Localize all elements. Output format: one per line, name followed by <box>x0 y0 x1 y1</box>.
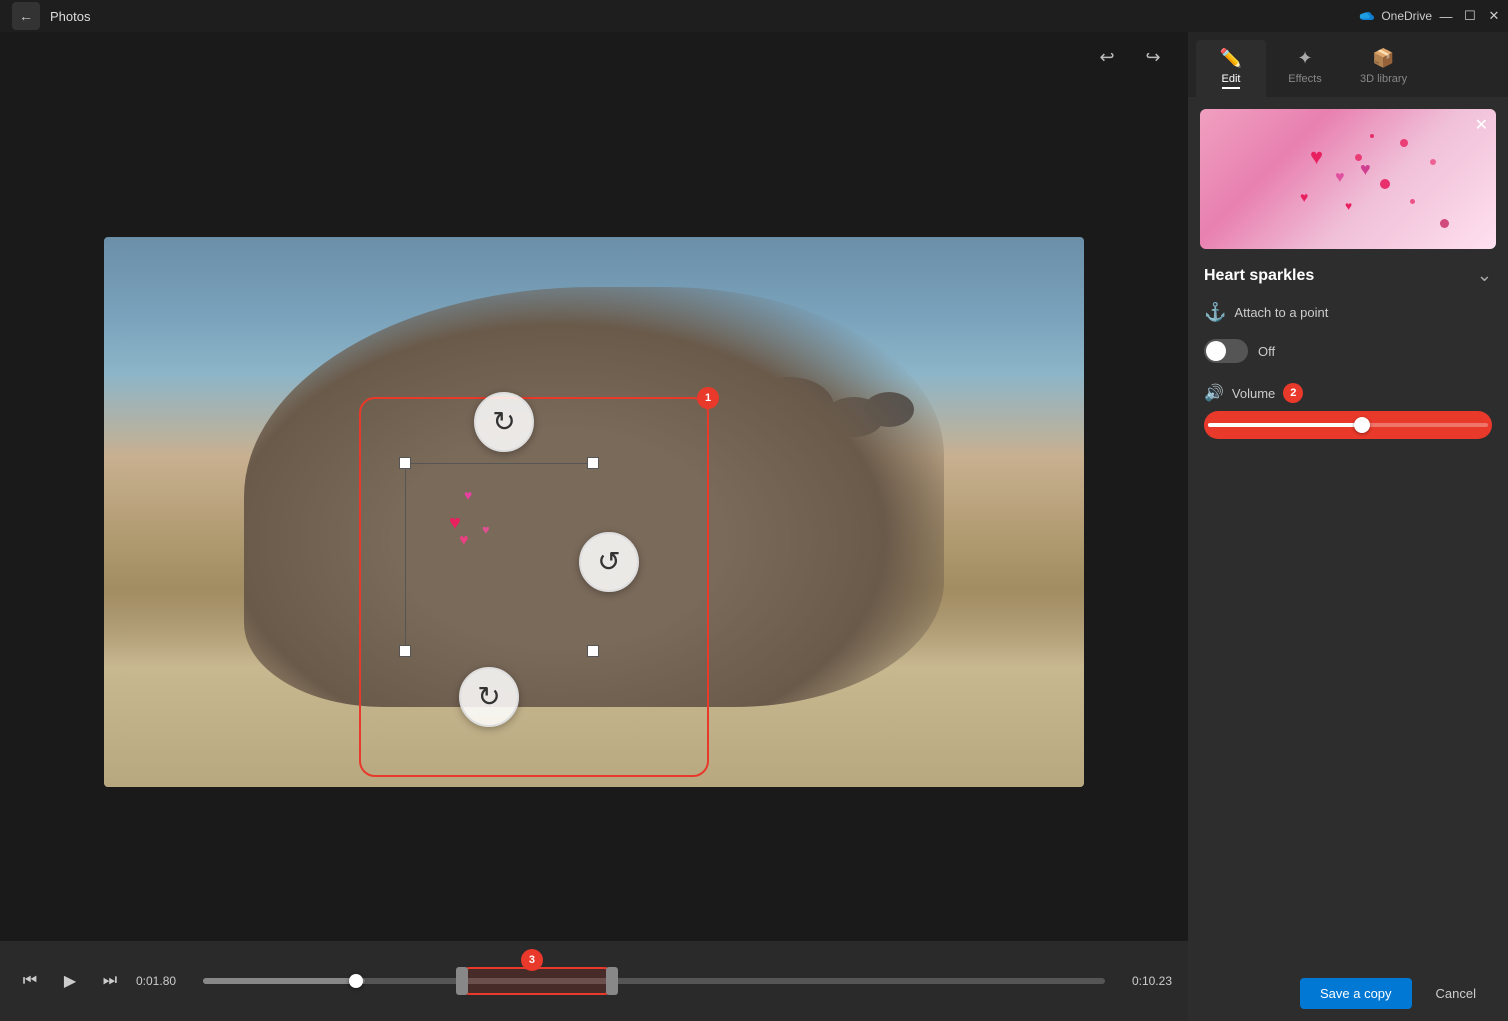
rotate-icon-bottom: ↻ <box>477 680 500 713</box>
skip-back-button[interactable]: ⏮ <box>16 967 44 995</box>
edit-tab-icon: ✏️ <box>1220 48 1242 69</box>
sparkle-3 <box>1380 179 1390 189</box>
effect-title-row: Heart sparkles ⌄ <box>1204 265 1492 286</box>
3dlibrary-tab-icon: 📦 <box>1372 48 1394 69</box>
volume-badge: 2 <box>1283 383 1303 403</box>
timeline-area: ⏮ ▶ ⏭ 0:01.80 3 0:10.23 <box>0 941 1188 1021</box>
sparkle-2 <box>1430 159 1436 165</box>
clip-range-left-handle[interactable] <box>456 967 468 995</box>
redo-button[interactable]: ↪ <box>1138 42 1168 72</box>
back-icon: ← <box>19 8 33 24</box>
edit-toolbar: ↩ ↪ <box>0 32 1188 82</box>
onedrive-label: OneDrive <box>1381 9 1432 23</box>
cancel-button[interactable]: Cancel <box>1420 978 1492 1009</box>
rotate-icon-top: ↻ <box>492 405 515 438</box>
effect-title: Heart sparkles <box>1204 267 1314 285</box>
timeline-fill <box>203 978 365 984</box>
attach-row[interactable]: ⚓ Attach to a point <box>1204 302 1492 323</box>
current-time: 0:01.80 <box>136 974 191 988</box>
right-panel: ✏️ Edit ✦ Effects 📦 3D library ♥ <box>1188 32 1508 1021</box>
preview-close-button[interactable]: ✕ <box>1475 115 1488 135</box>
play-button[interactable]: ▶ <box>56 967 84 995</box>
volume-label: Volume <box>1232 386 1275 401</box>
maximize-button[interactable]: ☐ <box>1460 6 1480 26</box>
rotate-icon-middle: ↺ <box>597 545 620 578</box>
effect-collapse-button[interactable]: ⌄ <box>1477 265 1492 286</box>
volume-label-row: 🔊 Volume 2 <box>1204 383 1492 403</box>
clip-range[interactable]: 3 <box>456 967 618 995</box>
clip-range-right-handle[interactable] <box>606 967 618 995</box>
volume-slider-fill <box>1208 423 1362 427</box>
video-canvas: ♥ ♥ ♥ ♥ 1 <box>0 82 1188 941</box>
timeline-track: 3 <box>203 978 1105 984</box>
toggle-label: Off <box>1258 344 1275 359</box>
attach-label: Attach to a point <box>1234 305 1328 320</box>
volume-slider-track <box>1208 423 1488 427</box>
volume-slider-thumb[interactable] <box>1354 417 1370 433</box>
save-copy-button[interactable]: Save a copy <box>1300 978 1412 1009</box>
panel-tabs: ✏️ Edit ✦ Effects 📦 3D library <box>1188 32 1508 97</box>
video-frame[interactable]: ♥ ♥ ♥ ♥ 1 <box>104 237 1084 787</box>
seal-body <box>244 287 944 707</box>
effects-tab-icon: ✦ <box>1297 48 1312 69</box>
tab-3dlibrary[interactable]: 📦 3D library <box>1344 40 1423 97</box>
rotate-handle-bottom[interactable]: ↻ <box>459 667 519 727</box>
anchor-icon: ⚓ <box>1204 302 1226 323</box>
edit-tab-label: Edit <box>1222 73 1241 89</box>
video-area: ↩ ↪ ♥ ♥ ♥ ♥ <box>0 32 1188 1021</box>
clip-number: 3 <box>521 949 543 971</box>
heart-3: ♥ <box>459 532 469 550</box>
toggle-knob <box>1206 341 1226 361</box>
onedrive-logo: OneDrive <box>1357 9 1432 23</box>
effect-panel-content: Heart sparkles ⌄ ⚓ Attach to a point Off… <box>1188 261 1508 966</box>
end-time: 0:10.23 <box>1117 974 1172 988</box>
sparkle-7 <box>1370 134 1374 138</box>
titlebar: ← Photos OneDrive — ☐ ✕ <box>0 0 1508 32</box>
sparkle-6 <box>1440 219 1449 228</box>
effects-tab-label: Effects <box>1288 73 1321 85</box>
tab-effects[interactable]: ✦ Effects <box>1270 40 1340 97</box>
main-layout: ↩ ↪ ♥ ♥ ♥ ♥ <box>0 32 1508 1021</box>
step-button[interactable]: ⏭ <box>96 967 124 995</box>
toggle-row: Off <box>1204 339 1492 363</box>
timeline-thumb[interactable] <box>349 974 363 988</box>
timeline-container[interactable]: 3 <box>203 961 1105 1001</box>
app-title: Photos <box>50 9 90 24</box>
sparkle-1 <box>1400 139 1408 147</box>
undo-button[interactable]: ↩ <box>1092 42 1122 72</box>
3dlibrary-tab-label: 3D library <box>1360 73 1407 85</box>
rotate-handle-middle[interactable]: ↺ <box>579 532 639 592</box>
effect-preview: ♥ ♥ ♥ ♥ ♥ ✕ <box>1200 109 1496 249</box>
volume-icon: 🔊 <box>1204 383 1224 403</box>
tab-edit[interactable]: ✏️ Edit <box>1196 40 1266 97</box>
heart-1: ♥ <box>464 487 472 503</box>
heart-4: ♥ <box>482 522 490 537</box>
panel-bottom: Save a copy Cancel <box>1188 966 1508 1021</box>
minimize-button[interactable]: — <box>1436 6 1456 26</box>
volume-slider[interactable] <box>1204 411 1492 439</box>
volume-row: 🔊 Volume 2 <box>1204 383 1492 439</box>
back-button[interactable]: ← <box>12 2 40 30</box>
rotate-handle-top[interactable]: ↻ <box>474 392 534 452</box>
sparkle-4 <box>1410 199 1415 204</box>
toggle-switch[interactable] <box>1204 339 1248 363</box>
close-button[interactable]: ✕ <box>1484 6 1504 26</box>
